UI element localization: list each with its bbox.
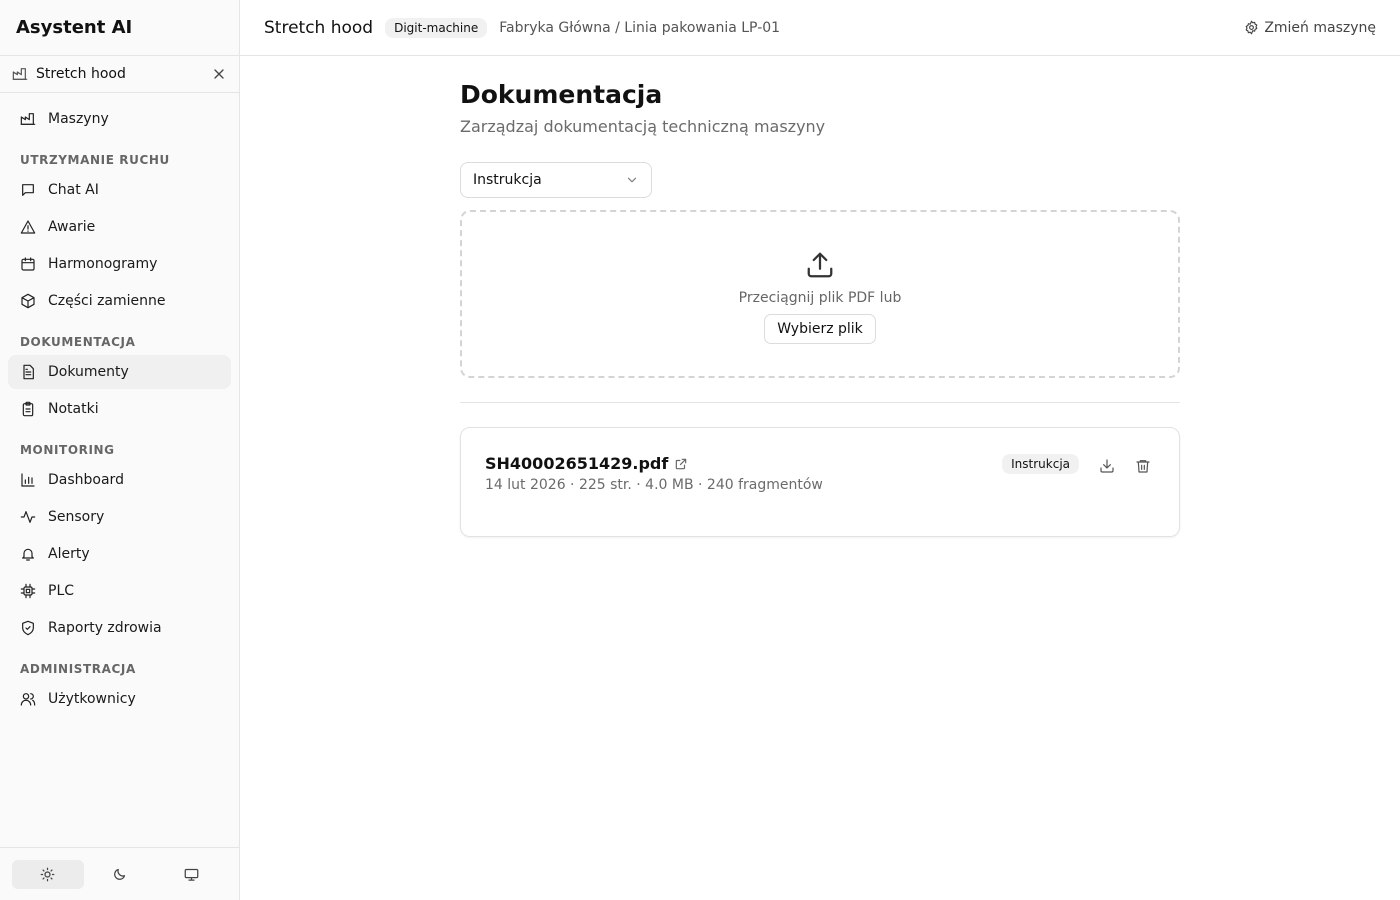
close-icon[interactable] <box>211 66 227 82</box>
document-type-value: Instrukcja <box>473 172 542 188</box>
chevron-down-icon <box>625 173 639 187</box>
download-icon <box>1099 458 1115 474</box>
sidebar-item-label: Dashboard <box>48 472 124 488</box>
divider <box>460 402 1180 403</box>
users-icon <box>20 691 36 707</box>
document-actions: Instrukcja <box>1002 454 1155 510</box>
sidebar-item-dashboard[interactable]: Dashboard <box>8 463 231 497</box>
document-name-row: SH40002651429.pdf <box>485 454 823 473</box>
cpu-icon <box>20 583 36 599</box>
nav-section-title: DOKUMENTACJA <box>20 335 136 349</box>
sidebar-item-label: Części zamienne <box>48 293 166 309</box>
external-link-icon[interactable] <box>674 457 688 471</box>
nav-section-title: MONITORING <box>20 443 115 457</box>
app-root: Asystent AI Stretch hood Maszyny UTRZYMA… <box>0 0 1400 900</box>
dropzone-text: Przeciągnij plik PDF lub <box>738 290 902 306</box>
moon-icon <box>112 867 127 882</box>
trash-icon <box>1135 458 1151 474</box>
theme-switcher <box>0 847 239 900</box>
sidebar-item-uzytkownicy[interactable]: Użytkownicy <box>8 682 231 716</box>
nav-section-title: ADMINISTRACJA <box>20 662 136 676</box>
gear-icon <box>1244 20 1259 35</box>
sidebar-item-plc[interactable]: PLC <box>8 574 231 608</box>
warning-icon <box>20 219 36 235</box>
sidebar-item-harmonogramy[interactable]: Harmonogramy <box>8 247 231 281</box>
machine-title: Stretch hood <box>264 17 374 38</box>
page-subtitle: Zarządzaj dokumentacją techniczną maszyn… <box>460 117 826 136</box>
delete-button[interactable] <box>1131 454 1155 478</box>
sidebar-item-maszyny[interactable]: Maszyny <box>8 102 231 136</box>
sidebar-item-label: Maszyny <box>48 111 109 127</box>
sidebar-item-raporty-zdrowia[interactable]: Raporty zdrowia <box>8 611 231 645</box>
selected-machine-label: Stretch hood <box>36 66 126 82</box>
download-button[interactable] <box>1095 454 1119 478</box>
sidebar-item-notatki[interactable]: Notatki <box>8 392 231 426</box>
document-meta: 14 lut 2026 · 225 str. · 4.0 MB · 240 fr… <box>485 477 823 493</box>
page-title: Dokumentacja <box>460 80 663 109</box>
sidebar-item-label: Raporty zdrowia <box>48 620 162 636</box>
sun-icon <box>40 867 55 882</box>
document-info: SH40002651429.pdf 14 lut 2026 · 225 str.… <box>485 454 823 510</box>
sidebar-item-label: Dokumenty <box>48 364 129 380</box>
theme-system-button[interactable] <box>155 860 227 889</box>
machine-type-badge: Digit-machine <box>385 17 488 38</box>
sidebar-item-label: PLC <box>48 583 75 599</box>
bar-chart-icon <box>20 472 36 488</box>
sidebar-item-sensory[interactable]: Sensory <box>8 500 231 534</box>
selected-machine-chip[interactable]: Stretch hood <box>0 56 239 93</box>
sidebar-item-label: Notatki <box>48 401 99 417</box>
shield-icon <box>20 620 36 636</box>
theme-dark-button[interactable] <box>84 860 156 889</box>
document-name: SH40002651429.pdf <box>485 454 669 473</box>
factory-icon <box>20 111 36 127</box>
sidebar-item-label: Sensory <box>48 509 105 525</box>
sidebar-item-chat-ai[interactable]: Chat AI <box>8 173 231 207</box>
sidebar-nav: Maszyny UTRZYMANIE RUCHU Chat AI Awarie … <box>0 93 239 847</box>
document-icon <box>20 364 36 380</box>
sidebar-item-label: Awarie <box>48 219 96 235</box>
choose-file-button[interactable]: Wybierz plik <box>764 314 876 344</box>
sidebar-item-label: Użytkownicy <box>48 691 136 707</box>
theme-light-button[interactable] <box>12 859 84 889</box>
package-icon <box>20 293 36 309</box>
nav-section-title: UTRZYMANIE RUCHU <box>20 153 170 167</box>
topbar: Stretch hood Digit-machine Fabryka Główn… <box>240 0 1400 56</box>
sidebar-item-label: Chat AI <box>48 182 99 198</box>
machine-location-path: Fabryka Główna / Linia pakowania LP-01 <box>499 19 781 36</box>
change-machine-label: Zmień maszynę <box>1264 19 1376 36</box>
sidebar-item-czesci-zamienne[interactable]: Części zamienne <box>8 284 231 318</box>
app-title: Asystent AI <box>0 0 239 56</box>
pdf-dropzone[interactable]: Przeciągnij plik PDF lub Wybierz plik <box>460 210 1180 378</box>
factory-icon <box>12 66 28 82</box>
document-card: SH40002651429.pdf 14 lut 2026 · 225 str.… <box>460 427 1180 537</box>
main-area: Stretch hood Digit-machine Fabryka Główn… <box>240 0 1400 900</box>
sidebar-item-awarie[interactable]: Awarie <box>8 210 231 244</box>
monitor-icon <box>184 867 199 882</box>
sidebar-item-alerty[interactable]: Alerty <box>8 537 231 571</box>
documents-page: Dokumentacja Zarządzaj dokumentacją tech… <box>460 56 1180 537</box>
upload-icon <box>805 250 835 280</box>
clipboard-icon <box>20 401 36 417</box>
document-type-select[interactable]: Instrukcja <box>460 162 652 198</box>
calendar-icon <box>20 256 36 272</box>
sidebar: Asystent AI Stretch hood Maszyny UTRZYMA… <box>0 0 240 900</box>
sidebar-item-label: Harmonogramy <box>48 256 158 272</box>
bell-icon <box>20 546 36 562</box>
sidebar-item-dokumenty[interactable]: Dokumenty <box>8 355 231 389</box>
document-type-badge: Instrukcja <box>1002 454 1079 474</box>
activity-icon <box>20 509 36 525</box>
sidebar-item-label: Alerty <box>48 546 90 562</box>
chat-icon <box>20 182 36 198</box>
change-machine-button[interactable]: Zmień maszynę <box>1244 20 1376 36</box>
